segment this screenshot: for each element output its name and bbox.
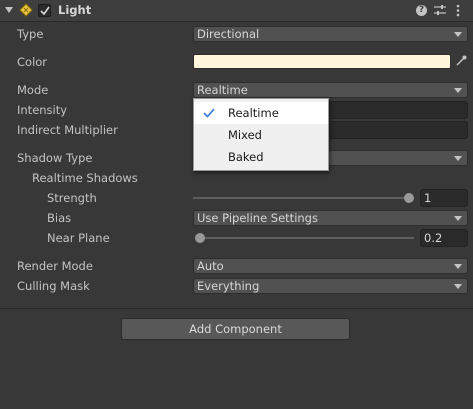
bias-dropdown[interactable]: Use Pipeline Settings (193, 210, 468, 226)
type-label: Type (17, 27, 44, 41)
popup-item-label: Baked (228, 150, 264, 164)
near-plane-slider-track[interactable] (195, 237, 414, 239)
strength-label: Strength (47, 191, 97, 205)
render-mode-label: Render Mode (17, 259, 93, 273)
popup-item-mixed[interactable]: Mixed (194, 124, 328, 146)
popup-item-label: Mixed (228, 128, 262, 142)
light-bulb-icon (19, 3, 33, 17)
component-title: Light (58, 3, 92, 17)
checkmark-icon (40, 6, 50, 16)
mode-popup-menu: Realtime Mixed Baked (193, 98, 329, 171)
mode-label: Mode (17, 83, 49, 97)
indirect-multiplier-label: Indirect Multiplier (17, 123, 118, 137)
component-menu-icon[interactable] (456, 4, 460, 17)
color-label: Color (17, 55, 48, 69)
shadow-type-label: Shadow Type (17, 151, 93, 165)
strength-slider-track[interactable] (193, 197, 414, 199)
culling-mask-label: Culling Mask (17, 279, 90, 293)
bias-label: Bias (47, 211, 72, 225)
type-dropdown[interactable]: Directional (193, 26, 468, 42)
near-plane-slider-handle[interactable] (195, 233, 205, 243)
popup-item-label: Realtime (228, 106, 279, 120)
component-header: Light ? (0, 0, 473, 22)
near-plane-field[interactable]: 0.2 (420, 229, 468, 247)
mode-dropdown[interactable]: Realtime (193, 82, 468, 98)
enabled-checkbox[interactable] (38, 4, 51, 17)
help-icon[interactable]: ? (416, 5, 427, 16)
add-component-button[interactable]: Add Component (121, 318, 350, 340)
popup-item-baked[interactable]: Baked (194, 146, 328, 168)
color-swatch[interactable] (193, 54, 451, 69)
intensity-label: Intensity (17, 103, 68, 117)
foldout-arrow-icon[interactable] (5, 7, 13, 13)
preset-icon[interactable] (434, 4, 446, 16)
eyedropper-icon[interactable] (455, 55, 467, 67)
culling-mask-dropdown[interactable]: Everything (193, 278, 468, 294)
render-mode-dropdown[interactable]: Auto (193, 258, 468, 274)
checkmark-icon (203, 108, 215, 118)
strength-slider-handle[interactable] (404, 193, 414, 203)
strength-field[interactable]: 1 (420, 189, 468, 207)
realtime-shadows-header: Realtime Shadows (32, 171, 138, 185)
popup-item-realtime[interactable]: Realtime (194, 102, 328, 124)
near-plane-label: Near Plane (47, 231, 110, 245)
